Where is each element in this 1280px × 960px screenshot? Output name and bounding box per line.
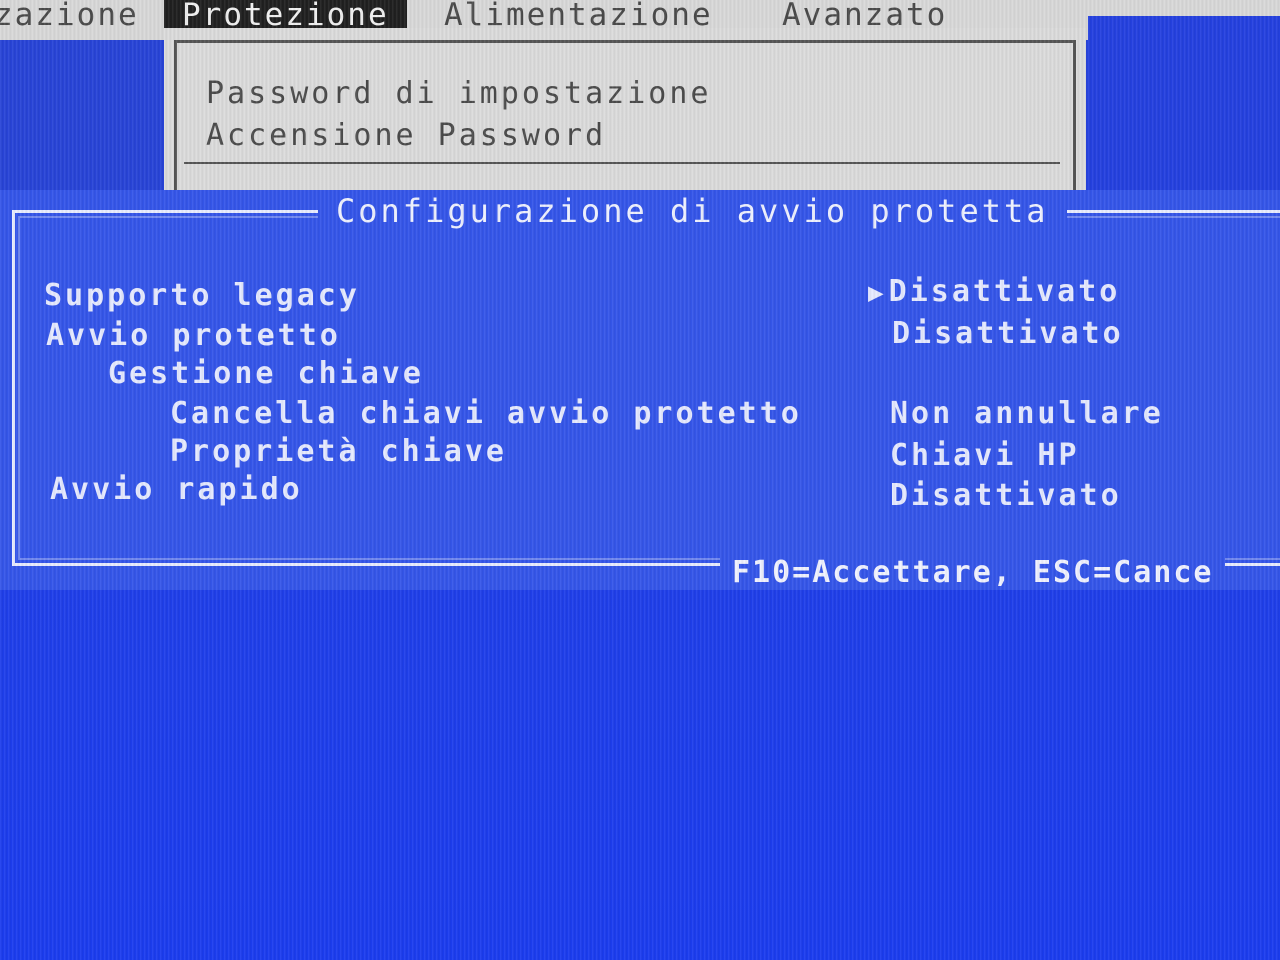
secure-boot-dialog: Configurazione di avvio protetta Support…	[0, 190, 1280, 590]
bios-screen: zazione Protezione Alimentazione Avanzat…	[0, 0, 1280, 960]
row-label-avvio-protetto[interactable]: Avvio protetto	[46, 318, 341, 353]
background-right	[1088, 16, 1280, 196]
background-left	[0, 40, 164, 200]
row-value-avvio-rapido[interactable]: Disattivato	[890, 478, 1122, 513]
row-label-supporto-legacy[interactable]: Supporto legacy	[44, 278, 360, 313]
row-value-supporto-legacy[interactable]: ▶Disattivato	[868, 274, 1120, 309]
protezione-dropdown: Password di impostazione Accensione Pass…	[164, 28, 1086, 203]
row-value-proprieta-chiave[interactable]: Chiavi HP	[890, 438, 1080, 473]
row-value-cancella-chiavi[interactable]: Non annullare	[890, 396, 1164, 431]
value-text: Disattivato	[888, 274, 1121, 309]
dropdown-divider	[184, 162, 1060, 164]
row-label-gestione-chiave[interactable]: Gestione chiave	[108, 356, 424, 391]
dialog-title: Configurazione di avvio protetta	[318, 192, 1067, 230]
row-label-cancella-chiavi[interactable]: Cancella chiavi avvio protetto	[170, 396, 802, 431]
row-value-avvio-protetto[interactable]: Disattivato	[892, 316, 1124, 351]
selection-caret-icon: ▶	[868, 278, 887, 308]
dropdown-item-password-impostazione[interactable]: Password di impostazione	[206, 76, 711, 111]
dropdown-item-accensione-password[interactable]: Accensione Password	[206, 118, 606, 153]
row-label-proprieta-chiave[interactable]: Proprietà chiave	[170, 434, 507, 469]
menu-item-configurazione[interactable]: zazione	[0, 0, 139, 38]
row-label-avvio-rapido[interactable]: Avvio rapido	[50, 472, 303, 507]
footer-key-hint: F10=Accettare, ESC=Cance	[720, 555, 1226, 590]
